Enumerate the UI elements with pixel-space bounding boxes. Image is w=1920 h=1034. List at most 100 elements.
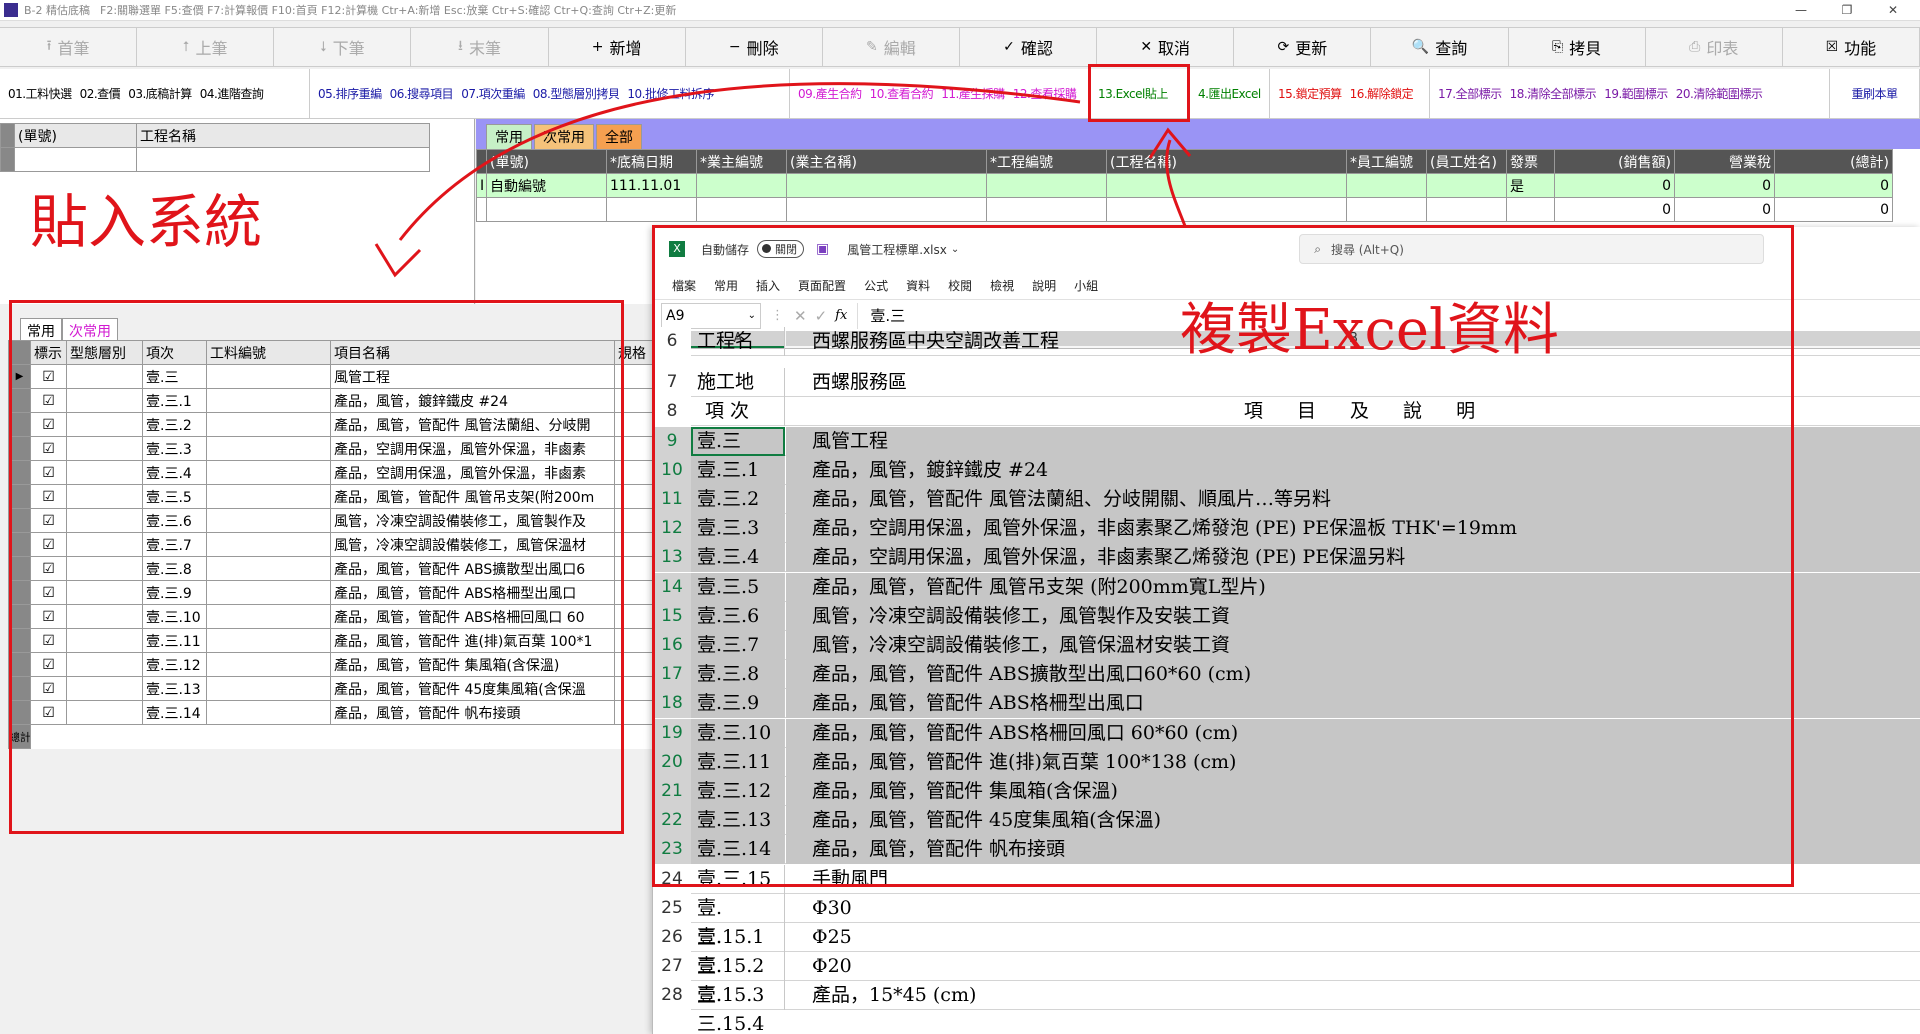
item-no-cell[interactable]: 壹.三.7 xyxy=(142,532,207,557)
mark-checkbox[interactable]: ☑ xyxy=(30,412,67,437)
cell-a[interactable]: 壹.三.11 xyxy=(691,747,785,777)
project-name-cell[interactable] xyxy=(136,147,430,172)
material-code-cell[interactable] xyxy=(206,532,331,557)
type-cell[interactable] xyxy=(66,700,143,725)
row-number[interactable]: 7 xyxy=(653,368,691,398)
material-code-cell[interactable] xyxy=(206,628,331,653)
material-code-cell[interactable] xyxy=(206,676,331,701)
header-cell-7[interactable] xyxy=(1426,173,1507,198)
header-cell-0[interactable]: 自動編號 xyxy=(486,173,607,198)
func-item[interactable]: 19.範圍標示 xyxy=(1604,85,1668,102)
row-number[interactable]: 10 xyxy=(653,455,691,485)
header-cell-9[interactable]: 0 xyxy=(1554,173,1675,198)
func-item[interactable]: 04.進階查詢 xyxy=(200,85,264,102)
func-item[interactable]: 08.型態層別拷貝 xyxy=(533,85,620,102)
cell-a[interactable]: 施工地 xyxy=(691,368,785,398)
cell-b[interactable]: 產品，風管，鍍鋅鐵皮 #24 xyxy=(786,455,1920,485)
type-cell[interactable] xyxy=(66,412,143,437)
type-cell[interactable] xyxy=(66,508,143,533)
chevron-down-icon[interactable]: ⌄ xyxy=(748,310,756,321)
ribbon-tab-2[interactable]: 插入 xyxy=(756,277,780,294)
func-item[interactable]: 13.Excel貼上 xyxy=(1098,85,1168,102)
toolbar-button-1[interactable]: ⭡ 上筆 xyxy=(137,28,275,66)
row-number[interactable]: 13 xyxy=(653,543,691,573)
cell-b[interactable]: Φ20 xyxy=(786,952,1920,981)
item-name-cell[interactable]: 產品，風管，管配件 進(排)氣百葉 100*1 xyxy=(330,628,615,653)
item-no-cell[interactable]: 壹.三.8 xyxy=(142,556,207,581)
type-cell[interactable] xyxy=(66,388,143,413)
item-row[interactable]: ☑ 壹.三.9 產品，風管，管配件 ABS格柵型出風口 xyxy=(8,580,681,605)
func-item[interactable]: 05.排序重編 xyxy=(318,85,382,102)
mark-checkbox[interactable]: ☑ xyxy=(30,676,67,701)
cell-b[interactable]: 產品，風管，管配件 ABS擴散型出風口60*60 (cm) xyxy=(786,660,1920,690)
header-cell-8[interactable]: 是 xyxy=(1506,173,1555,198)
item-no-cell[interactable]: 壹.三.13 xyxy=(142,676,207,701)
mark-checkbox[interactable]: ☑ xyxy=(30,508,67,533)
toolbar-button-0[interactable]: ⭱ 首筆 xyxy=(0,28,138,66)
cell-b[interactable]: 產品，風管，管配件 ABS格柵回風口 60*60 (cm) xyxy=(786,718,1920,748)
cell-a[interactable]: 壹.三.12 xyxy=(691,777,785,806)
mark-checkbox[interactable]: ☑ xyxy=(30,580,67,605)
item-no-cell[interactable]: 壹.三.14 xyxy=(142,700,207,725)
material-code-cell[interactable] xyxy=(206,508,331,533)
item-row[interactable]: ☑ 壹.三.3 產品，空調用保溫，風管外保溫，非鹵素 xyxy=(8,436,681,461)
material-code-cell[interactable] xyxy=(206,556,331,581)
toolbar-button-11[interactable]: ⎘ 拷貝 xyxy=(1509,28,1646,66)
cell-a[interactable]: 壹.三.15.2 xyxy=(691,923,785,977)
cell-a[interactable]: 壹.三.9 xyxy=(691,689,785,719)
header-cell-11[interactable]: 0 xyxy=(1774,173,1893,198)
item-name-cell[interactable]: 產品，風管，管配件 45度集風箱(含保溫 xyxy=(330,676,615,701)
header-cell-2[interactable] xyxy=(696,173,787,198)
item-row[interactable]: ☑ 壹.三.12 產品，風管，管配件 集風箱(含保溫) xyxy=(8,652,681,677)
item-no-cell[interactable]: 壹.三.2 xyxy=(142,412,207,437)
mark-checkbox[interactable]: ☑ xyxy=(30,460,67,485)
material-code-cell[interactable] xyxy=(206,460,331,485)
cell-a[interactable]: 壹.三.2 xyxy=(691,485,785,514)
header-cell-6[interactable] xyxy=(1346,173,1427,198)
row-number[interactable]: 24 xyxy=(653,864,691,894)
func-item[interactable]: 02.查價 xyxy=(80,85,121,102)
row-number[interactable]: 23 xyxy=(653,835,691,865)
cell-a[interactable]: 壹.三.7 xyxy=(691,631,785,660)
cell-a[interactable]: 壹.三.1 xyxy=(691,455,785,485)
toolbar-button-9[interactable]: ⟳ 更新 xyxy=(1234,28,1372,66)
toolbar-button-6[interactable]: ✎ 編輯 xyxy=(823,28,960,66)
mark-checkbox[interactable]: ☑ xyxy=(30,364,67,389)
cell-b[interactable]: Φ30 xyxy=(786,894,1920,923)
name-box[interactable]: A9 ⌄ xyxy=(661,302,761,329)
cell-b[interactable]: 產品，風管，管配件 帆布接頭 xyxy=(786,835,1920,865)
ribbon-tab-3[interactable]: 頁面配置 xyxy=(798,277,846,294)
cell-a[interactable]: 壹.三.3 xyxy=(691,514,785,544)
cell-b[interactable]: 產品，風管，管配件 風管吊支架 (附200mm寬L型片) xyxy=(786,572,1920,602)
row-number[interactable]: 15 xyxy=(653,601,691,631)
chevron-down-icon[interactable]: ⌄ xyxy=(951,244,959,255)
item-no-cell[interactable]: 壹.三.4 xyxy=(142,460,207,485)
type-cell[interactable] xyxy=(66,652,143,677)
item-no-cell[interactable]: 壹.三.9 xyxy=(142,580,207,605)
cell-a[interactable]: 壹.三.15 xyxy=(691,864,785,894)
cell-a[interactable]: 壹.三.5 xyxy=(691,572,785,602)
item-name-cell[interactable]: 風管，冷凍空調設備裝修工，風管製作及 xyxy=(330,508,615,533)
row-number[interactable]: 26 xyxy=(653,923,691,952)
material-code-cell[interactable] xyxy=(206,388,331,413)
func-item[interactable]: 重刷本單 xyxy=(1851,85,1898,102)
row-number[interactable]: 12 xyxy=(653,514,691,544)
func-item[interactable]: 16.解除鎖定 xyxy=(1350,85,1414,102)
minimize-button[interactable]: — xyxy=(1778,0,1824,21)
item-row[interactable]: ☑ 壹.三.4 產品，空調用保溫，風管外保溫，非鹵素 xyxy=(8,460,681,485)
row-number[interactable]: 27 xyxy=(653,952,691,982)
doc-no-cell[interactable] xyxy=(14,147,137,172)
cell-a[interactable]: 工程名 xyxy=(691,327,785,356)
ribbon-tab-6[interactable]: 校閱 xyxy=(948,277,972,294)
item-name-cell[interactable]: 產品，空調用保溫，風管外保溫，非鹵素 xyxy=(330,460,615,485)
func-item[interactable]: 10.查看合約 xyxy=(870,85,934,102)
mark-checkbox[interactable]: ☑ xyxy=(30,436,67,461)
type-cell[interactable] xyxy=(66,676,143,701)
maximize-button[interactable]: ❐ xyxy=(1824,0,1870,21)
material-code-cell[interactable] xyxy=(206,412,331,437)
func-item[interactable]: 03.底稿計算 xyxy=(128,85,192,102)
item-name-cell[interactable]: 產品，風管，管配件 風管吊支架(附200m xyxy=(330,484,615,509)
item-no-cell[interactable]: 壹.三.10 xyxy=(142,604,207,629)
material-code-cell[interactable] xyxy=(206,436,331,461)
item-name-cell[interactable]: 產品，風管，管配件 集風箱(含保溫) xyxy=(330,652,615,677)
